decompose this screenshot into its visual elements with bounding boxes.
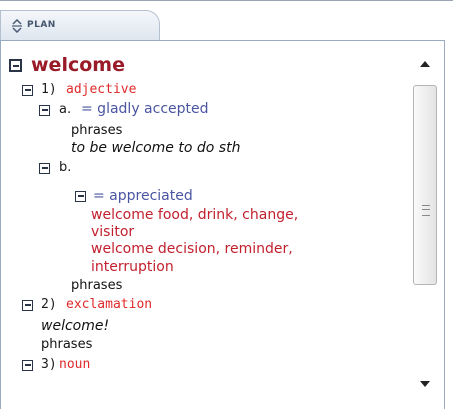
grip-icon (422, 205, 430, 216)
plan-panel: welcome 1) adjective a. = gladly accepte… (0, 40, 445, 410)
top-border (0, 0, 453, 9)
panel-bottom-strip (0, 409, 453, 416)
sense-number: 3) (41, 357, 57, 372)
collocation: interruption (91, 259, 174, 275)
phrases-label: phrases (41, 337, 93, 352)
part-of-speech: exclamation (66, 297, 153, 312)
collapse-icon[interactable] (75, 191, 86, 202)
example-phrase: welcome! (41, 318, 110, 334)
tab-label: PLAN (27, 20, 56, 30)
example-phrase: to be welcome to do sth (71, 140, 241, 156)
tab-plan[interactable]: PLAN (0, 10, 160, 40)
collapse-icon[interactable] (22, 85, 33, 96)
sense-number: 2) (41, 297, 57, 312)
collocation: visitor (91, 224, 135, 240)
part-of-speech: adjective (66, 82, 137, 97)
collapse-icon[interactable] (9, 59, 22, 72)
collocation: welcome decision, reminder, (91, 241, 293, 257)
part-of-speech: noun (59, 357, 91, 372)
sense-number: 1) (41, 82, 57, 97)
headword: welcome (31, 54, 125, 76)
entry-tree: welcome 1) adjective a. = gladly accepte… (1, 41, 409, 409)
collapse-icon[interactable] (39, 105, 50, 116)
expand-collapse-icon[interactable] (11, 19, 23, 33)
scroll-down-arrow-icon[interactable] (420, 381, 430, 387)
collocation: welcome food, drink, change, (91, 207, 299, 223)
collapse-icon[interactable] (22, 360, 33, 371)
subsense-letter: b. (59, 160, 72, 175)
phrases-label: phrases (71, 278, 123, 293)
phrases-label: phrases (71, 123, 123, 138)
collapse-icon[interactable] (22, 300, 33, 311)
collapse-icon[interactable] (39, 163, 50, 174)
sense-definition: = gladly accepted (81, 101, 209, 117)
sense-definition: = appreciated (93, 188, 193, 204)
subsense-letter: a. (59, 102, 72, 117)
scroll-up-arrow-icon[interactable] (420, 61, 430, 67)
scrollbar-thumb[interactable] (413, 85, 437, 285)
vertical-scrollbar[interactable] (410, 41, 444, 409)
